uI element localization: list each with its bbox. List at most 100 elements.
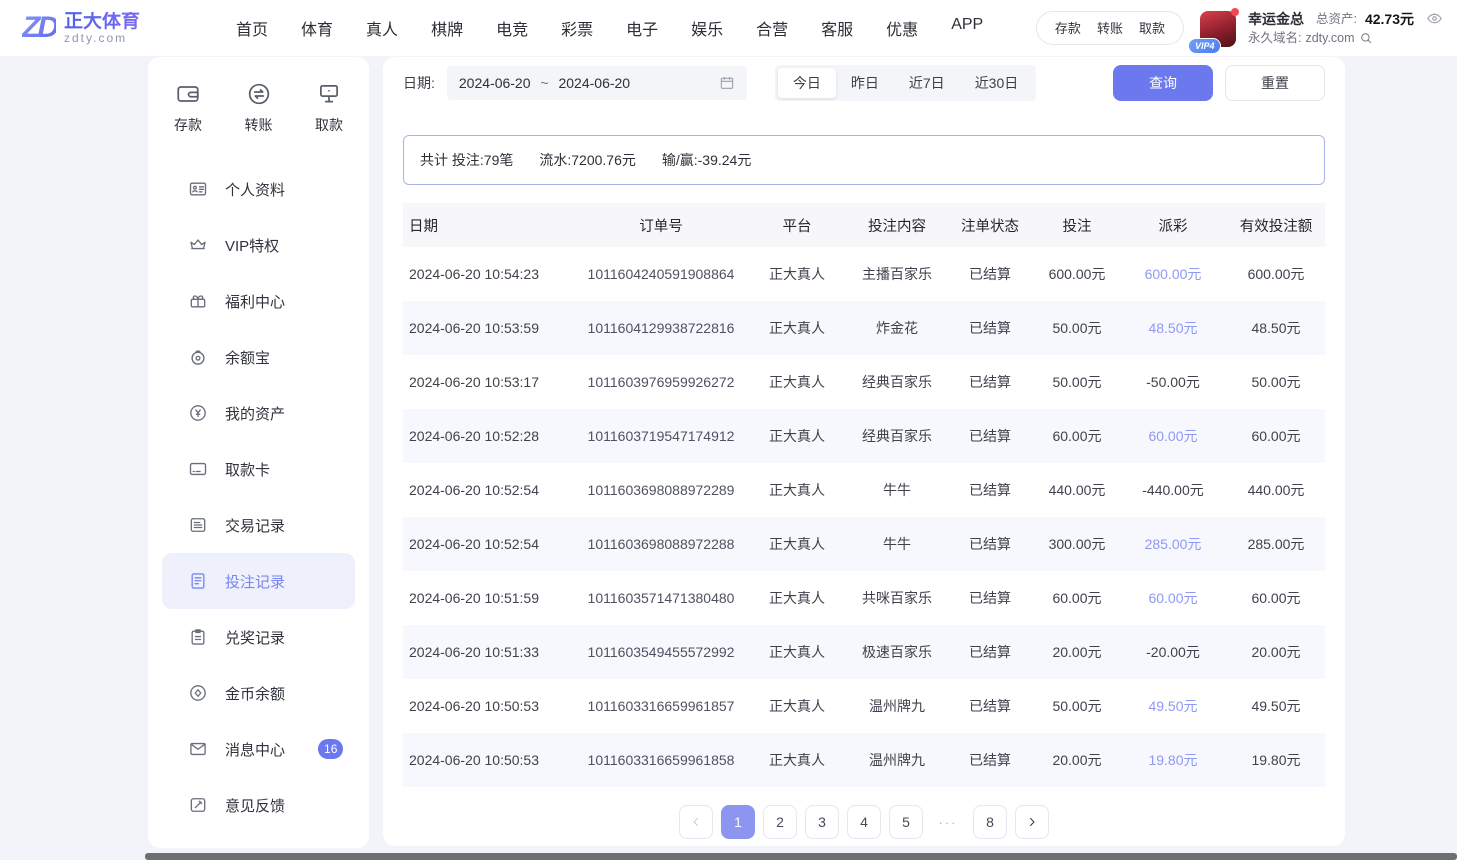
nav-item-9[interactable]: 合营 <box>756 16 788 40</box>
quick-action-label: 取款 <box>315 115 343 135</box>
column-header-7: 派彩 <box>1119 215 1227 236</box>
range-preset-2[interactable]: 昨日 <box>836 68 894 98</box>
site-logo[interactable]: ZD 正大体育 zdty.com <box>22 11 140 45</box>
sidebar-item-5[interactable]: 我的资产 <box>148 385 369 441</box>
nav-item-6[interactable]: 彩票 <box>561 16 593 40</box>
sidebar-item-label: 个人资料 <box>225 179 285 200</box>
sidebar-item-12[interactable]: 意见反馈 <box>148 777 369 833</box>
cell-payout: 60.00元 <box>1119 426 1227 446</box>
sidebar-item-11[interactable]: 消息中心16 <box>148 721 369 777</box>
page-button-3[interactable]: 3 <box>805 805 839 839</box>
site-domain: zdty.com <box>64 32 140 45</box>
sidebar-item-2[interactable]: VIP特权 <box>148 217 369 273</box>
sidebar: 存款转账 取款 个人资料 VIP特权福利中心余额宝我的资产取款卡交易记录投注记录兑奖… <box>148 57 369 848</box>
cell-valid: 440.00元 <box>1227 480 1325 500</box>
quick-action-3[interactable]: 取款 <box>315 81 343 135</box>
cell-content: 牛牛 <box>849 480 945 500</box>
cell-order: 1011603571471380480 <box>577 590 745 606</box>
top-navbar: ZD 正大体育 zdty.com 首页 体育 真人 棋牌 电竞 彩票 电子 娱乐 合营 客服 优惠 A… <box>0 0 1457 56</box>
quick-action-2[interactable]: 转账 <box>245 81 273 135</box>
cell-status: 已结算 <box>945 426 1035 446</box>
cell-order: 1011603316659961858 <box>577 752 745 768</box>
cell-order: 1011603316659961857 <box>577 698 745 714</box>
pill-action-2[interactable]: 转账 <box>1097 18 1123 37</box>
sidebar-quick-actions: 存款转账 取款 <box>148 77 369 149</box>
cell-content: 经典百家乐 <box>849 426 945 446</box>
main-nav: 首页 体育 真人 棋牌 电竞 彩票 电子 娱乐 合营 客服 优惠 APP <box>236 16 983 40</box>
cell-platform: 正大真人 <box>745 696 849 716</box>
page-button-5[interactable]: 5 <box>889 805 923 839</box>
column-header-3: 平台 <box>745 215 849 236</box>
prev-page-button[interactable] <box>679 805 713 839</box>
cell-bet: 440.00元 <box>1035 480 1119 500</box>
nav-item-2[interactable]: 体育 <box>301 16 333 40</box>
nav-item-7[interactable]: 电子 <box>626 16 658 40</box>
horizontal-scrollbar[interactable] <box>145 853 1457 860</box>
redeem-icon <box>188 627 208 647</box>
cell-content: 炸金花 <box>849 318 945 338</box>
cell-platform: 正大真人 <box>745 264 849 284</box>
pill-action-1[interactable]: 存款 <box>1055 18 1081 37</box>
nav-item-5[interactable]: 电竞 <box>496 16 528 40</box>
user-block[interactable]: VIP4 幸运金总 总资产: 42.73元 永久域名: zdty.com <box>1200 9 1443 47</box>
table-row: 2024-06-20 10:50:531011603316659961858正大… <box>403 733 1325 787</box>
table-body: 2024-06-20 10:54:231011604240591908864正大… <box>403 247 1325 787</box>
sidebar-item-10[interactable]: 金币余额 <box>148 665 369 721</box>
nav-item-3[interactable]: 真人 <box>366 16 398 40</box>
search-icon[interactable] <box>1359 31 1373 45</box>
feedback-icon <box>188 795 208 815</box>
withdraw-icon <box>316 81 342 107</box>
sidebar-item-label: 我的资产 <box>225 403 285 424</box>
cell-valid: 60.00元 <box>1227 588 1325 608</box>
sidebar-item-4[interactable]: 余额宝 <box>148 329 369 385</box>
pill-action-3[interactable]: 取款 <box>1139 18 1165 37</box>
range-preset-1[interactable]: 今日 <box>778 68 836 98</box>
cell-valid: 48.50元 <box>1227 318 1325 338</box>
cell-date: 2024-06-20 10:50:53 <box>403 752 577 768</box>
sidebar-item-8[interactable]: 投注记录 <box>162 553 355 609</box>
sidebar-item-9[interactable]: 兑奖记录 <box>148 609 369 665</box>
filter-row: 日期: 2024-06-20 ~ 2024-06-20 今日昨日近7日近30日 … <box>403 61 1325 105</box>
summary-segment-3: 输/赢:-39.24元 <box>662 150 751 170</box>
cell-date: 2024-06-20 10:51:59 <box>403 590 577 606</box>
nav-item-10[interactable]: 客服 <box>821 16 853 40</box>
reset-button[interactable]: 重置 <box>1225 65 1325 101</box>
sidebar-item-6[interactable]: 取款卡 <box>148 441 369 497</box>
page-button-1[interactable]: 1 <box>721 805 755 839</box>
nav-item-4[interactable]: 棋牌 <box>431 16 463 40</box>
logo-icon: ZD <box>22 11 56 45</box>
sidebar-item-1[interactable]: 个人资料 <box>148 161 369 217</box>
sidebar-item-7[interactable]: 交易记录 <box>148 497 369 553</box>
cell-valid: 285.00元 <box>1227 534 1325 554</box>
range-preset-3[interactable]: 近7日 <box>894 68 960 98</box>
range-preset-4[interactable]: 近30日 <box>960 68 1034 98</box>
page-button-2[interactable]: 2 <box>763 805 797 839</box>
cell-status: 已结算 <box>945 480 1035 500</box>
nav-item-12[interactable]: APP <box>951 16 983 40</box>
column-header-4: 投注内容 <box>849 215 945 236</box>
search-button[interactable]: 查询 <box>1113 65 1213 101</box>
nav-item-8[interactable]: 娱乐 <box>691 16 723 40</box>
table-row: 2024-06-20 10:52:541011603698088972289正大… <box>403 463 1325 517</box>
column-header-6: 投注 <box>1035 215 1119 236</box>
cell-payout: 60.00元 <box>1119 588 1227 608</box>
page-button-8[interactable]: 8 <box>973 805 1007 839</box>
cell-content: 极速百家乐 <box>849 642 945 662</box>
eye-icon[interactable] <box>1426 10 1443 27</box>
sidebar-menu: 个人资料 VIP特权福利中心余额宝我的资产取款卡交易记录投注记录兑奖记录金币余额消… <box>148 161 369 833</box>
nav-item-11[interactable]: 优惠 <box>886 16 918 40</box>
sidebar-item-3[interactable]: 福利中心 <box>148 273 369 329</box>
cell-valid: 50.00元 <box>1227 372 1325 392</box>
date-range-input[interactable]: 2024-06-20 ~ 2024-06-20 <box>447 66 747 100</box>
cell-order: 1011603698088972289 <box>577 482 745 498</box>
table-row: 2024-06-20 10:53:591011604129938722816正大… <box>403 301 1325 355</box>
cell-bet: 20.00元 <box>1035 750 1119 770</box>
chevron-right-icon <box>1025 815 1039 829</box>
cell-platform: 正大真人 <box>745 750 849 770</box>
sidebar-item-label: 金币余额 <box>225 683 285 704</box>
quick-action-1[interactable]: 存款 <box>174 81 202 135</box>
page-button-4[interactable]: 4 <box>847 805 881 839</box>
quick-action-label: 转账 <box>245 115 273 135</box>
next-page-button[interactable] <box>1015 805 1049 839</box>
nav-item-1[interactable]: 首页 <box>236 16 268 40</box>
